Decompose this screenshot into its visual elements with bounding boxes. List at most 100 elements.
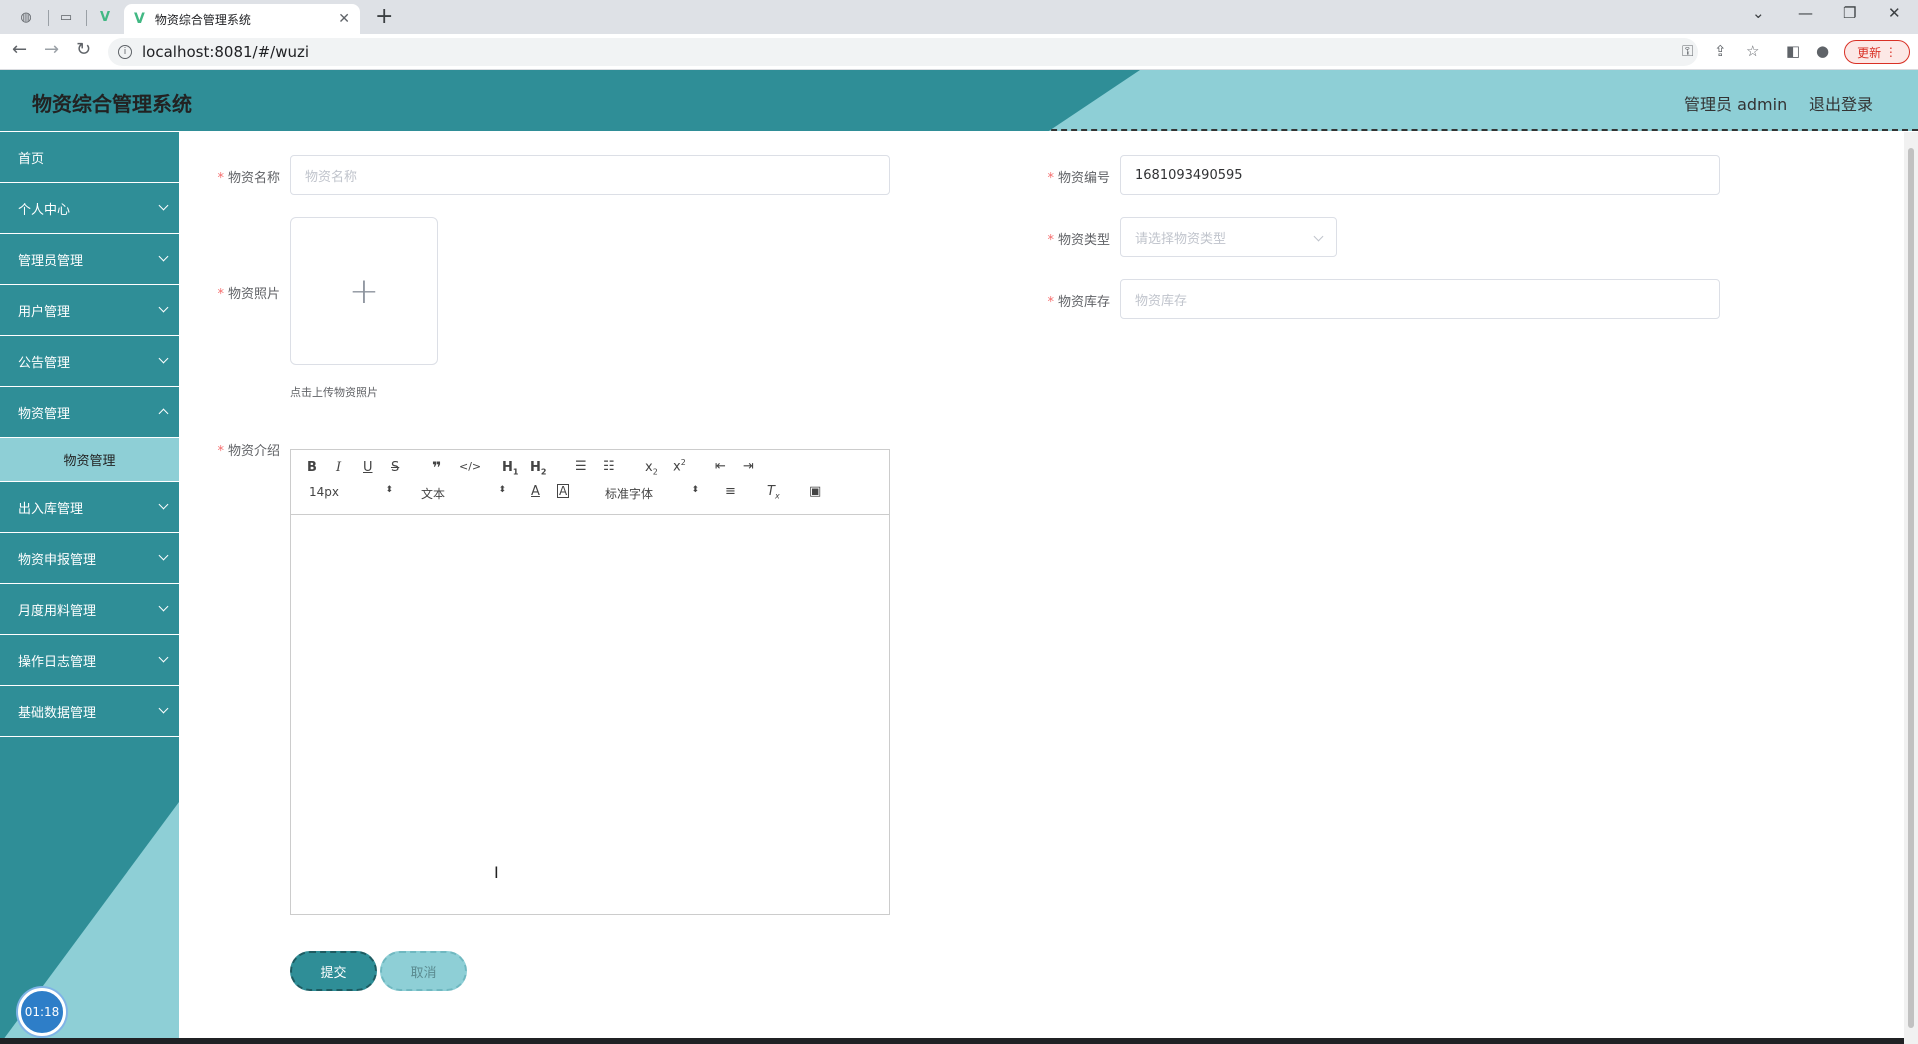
name-placeholder: 物资名称: [305, 169, 358, 185]
name-input[interactable]: 物资名称: [290, 155, 890, 195]
font-family-select[interactable]: 标准字体 ⬍: [605, 485, 699, 502]
photo-label: * 物资照片: [200, 283, 280, 302]
subscript-icon[interactable]: x2: [645, 460, 658, 477]
outdent-icon[interactable]: ⇤: [715, 459, 726, 474]
sidebar-item-home[interactable]: 首页: [0, 132, 179, 183]
site-info-icon[interactable]: i: [118, 45, 132, 59]
scrollbar-thumb[interactable]: [1908, 148, 1914, 1028]
sidebar-item-profile[interactable]: 个人中心: [0, 183, 179, 234]
close-window-icon[interactable]: ✕: [1888, 4, 1901, 22]
code-input[interactable]: 1681093490595: [1120, 155, 1720, 195]
required-mark: *: [217, 287, 224, 302]
name-label: * 物资名称: [200, 167, 280, 186]
globe-icon[interactable]: ◍: [15, 6, 37, 28]
italic-icon[interactable]: I: [336, 460, 341, 475]
font-size-value: 14px: [309, 485, 339, 499]
restore-icon[interactable]: ❐: [1843, 4, 1856, 22]
stock-input[interactable]: 物资库存: [1120, 279, 1720, 319]
sidebar-item-label: 操作日志管理: [18, 654, 97, 670]
browser-tab-strip: ◍ ▭ V V 物资综合管理系统 ✕ + ⌄ — ❐ ✕: [0, 0, 1918, 34]
bullet-list-icon[interactable]: ☷: [603, 459, 615, 474]
sidebar-item-basedata[interactable]: 基础数据管理: [0, 686, 179, 737]
blockquote-icon[interactable]: ❞: [432, 458, 441, 477]
superscript-icon[interactable]: x2: [673, 458, 686, 474]
header-select-value: 文本: [421, 487, 446, 501]
chevron-down-icon: [158, 652, 169, 663]
taskbar-edge: [0, 1038, 1904, 1044]
side-panel-icon[interactable]: ◧: [1786, 42, 1800, 60]
forward-icon[interactable]: →: [44, 39, 59, 60]
chevron-down-icon: [158, 703, 169, 714]
select-arrow-icon: ⬍: [498, 485, 506, 495]
sidebar-item-logs[interactable]: 操作日志管理: [0, 635, 179, 686]
clear-format-icon[interactable]: Tx: [767, 484, 780, 501]
submit-button[interactable]: 提交: [290, 951, 377, 991]
submenu-item-materials[interactable]: 物资管理: [0, 438, 179, 482]
font-size-select[interactable]: 14px ⬍: [309, 485, 393, 499]
vue-tab-icon[interactable]: V: [94, 6, 116, 28]
reload-icon[interactable]: ↻: [76, 39, 91, 60]
align-icon[interactable]: ≡: [725, 484, 736, 499]
sidebar-item-users[interactable]: 用户管理: [0, 285, 179, 336]
indent-icon[interactable]: ⇥: [743, 459, 754, 474]
sidebar-item-admin[interactable]: 管理员管理: [0, 234, 179, 285]
tab-title: 物资综合管理系统: [154, 12, 251, 27]
clock-badge[interactable]: 01:18: [18, 988, 66, 1036]
cancel-button[interactable]: 取消: [380, 951, 467, 991]
h2-icon[interactable]: H2: [530, 460, 546, 477]
url-field[interactable]: i localhost:8081/#/wuzi: [108, 38, 1698, 66]
editor-body[interactable]: [291, 515, 889, 914]
chevron-down-icon: [158, 550, 169, 561]
bold-icon[interactable]: B: [307, 460, 317, 475]
key-icon[interactable]: ⚿: [1682, 42, 1693, 60]
underline-icon[interactable]: U: [363, 460, 373, 475]
sidebar-item-inout[interactable]: 出入库管理: [0, 482, 179, 533]
strike-icon[interactable]: S: [391, 460, 399, 475]
type-label-text: 物资类型: [1057, 233, 1110, 248]
chevron-down-icon: [1313, 231, 1324, 242]
background-color-icon[interactable]: A: [557, 484, 570, 498]
required-mark: *: [1047, 233, 1054, 248]
tab-close-icon[interactable]: ✕: [338, 11, 350, 27]
required-mark: *: [1047, 295, 1054, 310]
new-tab-button[interactable]: +: [375, 4, 393, 29]
h1-icon[interactable]: H1: [502, 460, 518, 477]
photo-upload-box[interactable]: +: [290, 217, 438, 365]
logout-link[interactable]: 退出登录: [1809, 91, 1873, 115]
sidebar-item-declaration[interactable]: 物资申报管理: [0, 533, 179, 584]
image-icon[interactable]: ▣: [809, 484, 821, 499]
minimize-icon[interactable]: —: [1798, 4, 1813, 22]
profile-avatar-icon[interactable]: ●: [1816, 42, 1829, 60]
share-icon[interactable]: ⇪: [1714, 42, 1727, 60]
select-arrow-icon: ⬍: [385, 485, 393, 495]
code-value: 1681093490595: [1135, 167, 1243, 183]
back-icon[interactable]: ←: [12, 39, 27, 60]
editor-toolbar: B I U S ❞ </> H1 H2 ☰ ☷ x2 x2 ⇤ ⇥ 14px ⬍…: [291, 450, 889, 515]
font-color-icon[interactable]: A: [531, 484, 540, 499]
tab-separator: [48, 10, 49, 26]
name-label-text: 物资名称: [227, 171, 280, 186]
tab-search-chevron-icon[interactable]: ⌄: [1752, 4, 1765, 22]
plus-icon: +: [348, 270, 380, 312]
required-mark: *: [217, 444, 224, 459]
sidebar-item-monthly[interactable]: 月度用料管理: [0, 584, 179, 635]
ordered-list-icon[interactable]: ☰: [575, 459, 587, 474]
stock-label-text: 物资库存: [1057, 295, 1110, 310]
blank-tab-icon[interactable]: ▭: [55, 6, 77, 28]
page-scrollbar[interactable]: [1904, 132, 1918, 1044]
browser-update-button[interactable]: 更新 ⋮: [1844, 40, 1910, 64]
header-select[interactable]: 文本 ⬍: [421, 485, 506, 502]
chevron-down-icon: [158, 601, 169, 612]
sidebar-item-label: 出入库管理: [18, 501, 84, 517]
sidebar-item-materials[interactable]: 物资管理: [0, 387, 179, 438]
rich-text-editor: B I U S ❞ </> H1 H2 ☰ ☷ x2 x2 ⇤ ⇥ 14px ⬍…: [290, 449, 890, 915]
app-header: 物资综合管理系统 管理员 admin 退出登录: [0, 70, 1918, 131]
vue-logo-icon: V: [134, 11, 145, 27]
chevron-down-icon: [158, 251, 169, 262]
bookmark-star-icon[interactable]: ☆: [1746, 42, 1759, 60]
sidebar-item-notices[interactable]: 公告管理: [0, 336, 179, 387]
type-placeholder: 请选择物资类型: [1135, 231, 1227, 247]
type-select[interactable]: 请选择物资类型: [1120, 217, 1337, 257]
active-tab[interactable]: V 物资综合管理系统 ✕: [124, 4, 360, 34]
code-block-icon[interactable]: </>: [459, 460, 481, 473]
